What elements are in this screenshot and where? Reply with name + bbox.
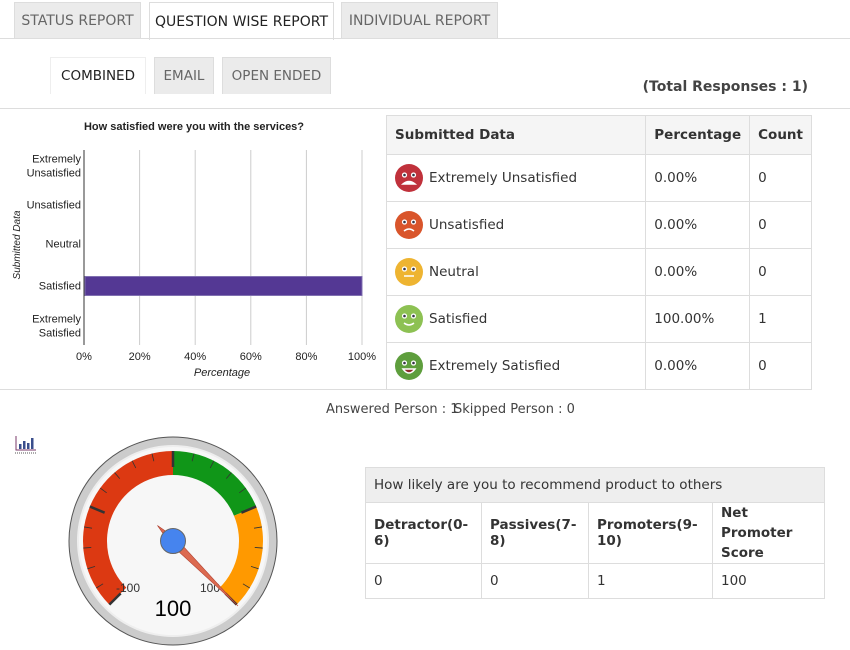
row-percentage: 0.00% bbox=[645, 154, 751, 202]
x-tick-label: 80% bbox=[295, 351, 317, 363]
y-tick-label: Neutral bbox=[46, 239, 81, 251]
col-header: Percentage bbox=[645, 115, 751, 155]
x-tick-label: 0% bbox=[76, 351, 92, 363]
table-row: Extremely Unsatisfied 0.00% 0 bbox=[385, 154, 812, 202]
skipped-person: Skipped Person : 0 bbox=[454, 402, 575, 417]
divider bbox=[0, 38, 850, 39]
row-percentage: 0.00% bbox=[645, 248, 751, 296]
row-label: Satisfied bbox=[429, 311, 488, 327]
y-tick-label: Satisfied bbox=[39, 281, 81, 293]
row-label: Neutral bbox=[429, 264, 479, 280]
y-tick-label: Unsatisfied bbox=[27, 168, 81, 180]
col-header: Submitted Data bbox=[385, 115, 647, 155]
nps-value: 0 bbox=[365, 563, 482, 599]
answered-person: Answered Person : 1 bbox=[326, 402, 459, 417]
nps-header: Net Promoter Score bbox=[712, 502, 825, 564]
subtab-email[interactable]: EMAIL bbox=[154, 57, 214, 94]
y-tick-label: Unsatisfied bbox=[27, 200, 81, 212]
row-percentage: 0.00% bbox=[645, 342, 751, 390]
subtab-combined[interactable]: COMBINED bbox=[50, 57, 146, 94]
nps-value: 0 bbox=[481, 563, 589, 599]
extremely-satisfied-face-icon bbox=[395, 352, 423, 380]
row-percentage: 0.00% bbox=[645, 201, 751, 249]
satisfied-face-icon bbox=[395, 305, 423, 333]
col-header: Count bbox=[749, 115, 812, 155]
total-responses: (Total Responses : 1) bbox=[642, 79, 808, 95]
divider bbox=[0, 108, 850, 109]
nps-question: How likely are you to recommend product … bbox=[365, 467, 825, 503]
nps-value: 1 bbox=[588, 563, 713, 599]
table-row: Extremely Satisfied 0.00% 0 bbox=[385, 342, 812, 390]
nps-header: Passives(7-8) bbox=[481, 502, 589, 564]
divider bbox=[0, 389, 812, 390]
table-row: Unsatisfied 0.00% 0 bbox=[385, 201, 812, 249]
extremely-unsatisfied-face-icon bbox=[395, 164, 423, 192]
y-tick-label: Extremely bbox=[32, 154, 81, 166]
nps-header: Promoters(9-10) bbox=[588, 502, 713, 564]
x-tick-label: 60% bbox=[240, 351, 262, 363]
row-count: 0 bbox=[749, 248, 812, 296]
unsatisfied-face-icon bbox=[395, 211, 423, 239]
tab-question-wise-report[interactable]: QUESTION WISE REPORT bbox=[149, 2, 334, 40]
row-count: 1 bbox=[749, 295, 812, 343]
row-count: 0 bbox=[749, 342, 812, 390]
table-row: Satisfied 100.00% 1 bbox=[385, 295, 812, 343]
x-axis-label: Percentage bbox=[194, 367, 250, 379]
bar-chart: How satisfied were you with the services… bbox=[12, 121, 376, 379]
bar bbox=[84, 276, 363, 296]
gauge-value: 100 bbox=[155, 596, 192, 621]
x-tick-label: 40% bbox=[184, 351, 206, 363]
row-count: 0 bbox=[749, 154, 812, 202]
bar-chart-toggle-icon[interactable] bbox=[15, 436, 37, 454]
row-label: Extremely Unsatisfied bbox=[429, 170, 578, 186]
y-tick-label: Satisfied bbox=[39, 328, 81, 340]
row-label: Unsatisfied bbox=[429, 217, 505, 233]
tab-individual-report[interactable]: INDIVIDUAL REPORT bbox=[341, 2, 498, 39]
nps-header: Detractor(0-6) bbox=[365, 502, 482, 564]
gauge-hub bbox=[160, 528, 186, 554]
tab-status-report[interactable]: STATUS REPORT bbox=[14, 2, 141, 39]
y-axis-label: Submitted Data bbox=[12, 210, 23, 279]
nps-value: 100 bbox=[712, 563, 825, 599]
x-tick-label: 100% bbox=[348, 351, 376, 363]
submitted-data-table: Submitted Data Percentage Count Extremel… bbox=[385, 115, 812, 390]
table-row: Neutral 0.00% 0 bbox=[385, 248, 812, 296]
y-tick-label: Extremely bbox=[32, 314, 81, 326]
row-percentage: 100.00% bbox=[645, 295, 751, 343]
neutral-face-icon bbox=[395, 258, 423, 286]
x-tick-label: 20% bbox=[129, 351, 151, 363]
row-count: 0 bbox=[749, 201, 812, 249]
row-label: Extremely Satisfied bbox=[429, 358, 561, 374]
subtab-open-ended[interactable]: OPEN ENDED bbox=[222, 57, 331, 94]
gauge-min-label: -100 bbox=[116, 581, 140, 595]
chart-title: How satisfied were you with the services… bbox=[84, 121, 304, 133]
nps-table: How likely are you to recommend product … bbox=[365, 467, 825, 599]
nps-gauge: -100 100 100 bbox=[68, 436, 278, 646]
